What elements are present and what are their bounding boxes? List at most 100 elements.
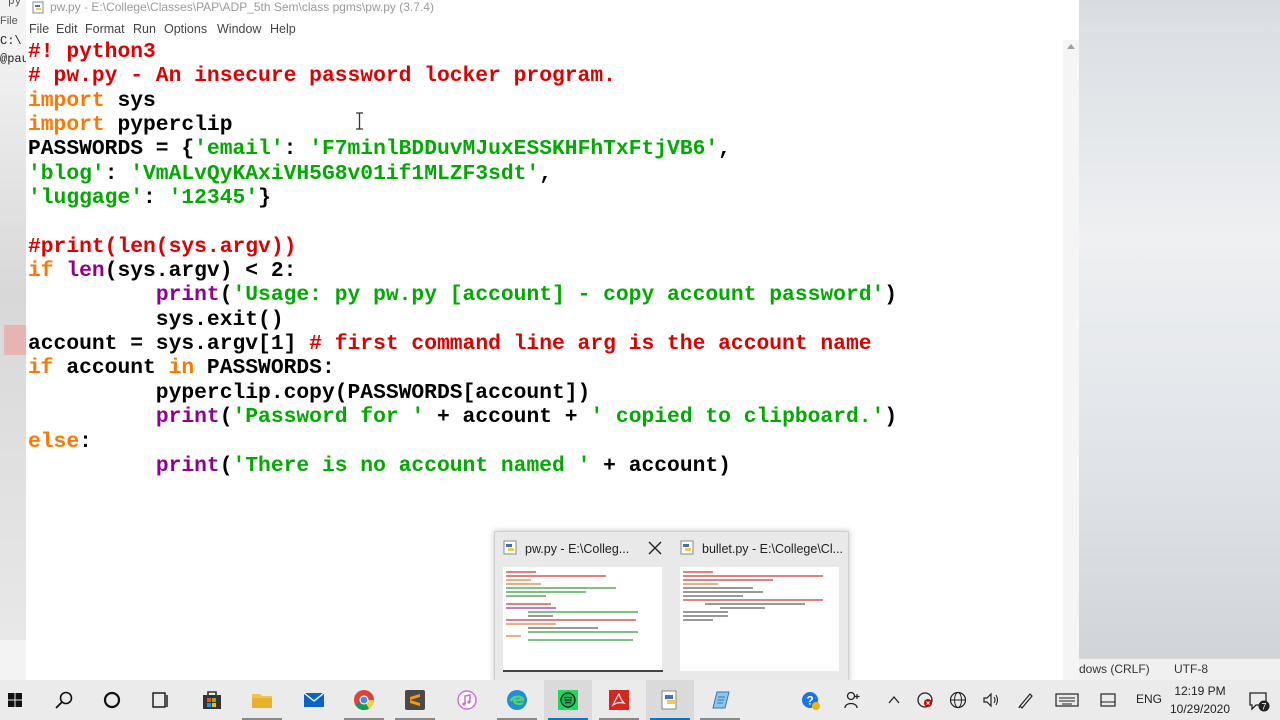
code-token: (sys.argv) < 2: <box>104 259 297 284</box>
clock-time: 12:19 PM <box>1174 684 1226 698</box>
menu-run[interactable]: Run <box>133 22 156 36</box>
spotify-button[interactable] <box>544 680 592 720</box>
acrobat-button[interactable] <box>595 680 643 720</box>
code-line[interactable]: print('There is no account named ' + acc… <box>28 454 897 478</box>
background-window-left: py File C:\ @pau <box>0 0 27 680</box>
vertical-scrollbar[interactable] <box>1063 40 1079 680</box>
code-token: ' copied to clipboard.' <box>590 405 885 430</box>
code-line[interactable]: import pyperclip <box>28 113 897 137</box>
language-indicator[interactable]: ENG <box>1136 692 1162 706</box>
network-icon[interactable] <box>915 690 935 710</box>
code-line[interactable] <box>28 210 897 234</box>
code-token: if <box>28 356 54 381</box>
scroll-up-icon[interactable] <box>1067 44 1075 49</box>
menu-options[interactable]: Options <box>164 22 207 36</box>
code-token: pyperclip.copy(PASSWORDS[account]) <box>28 380 591 405</box>
notification-count: 7 <box>1261 702 1266 712</box>
code-token: 'VmALvQyKAxiVH5G8v01if1MLZF3sdt' <box>130 161 540 186</box>
sublime-text-icon <box>405 690 425 710</box>
code-line[interactable]: 'luggage': '12345'} <box>28 186 897 210</box>
code-token: : <box>104 161 131 186</box>
edge-icon <box>507 690 527 710</box>
code-token: + account) <box>590 453 731 478</box>
notifications-icon[interactable]: 7 <box>1248 690 1270 712</box>
code-token: len <box>66 259 105 284</box>
chevron-up-icon[interactable] <box>886 692 902 708</box>
clock[interactable]: 12:19 PM 10/29/2020 <box>1168 682 1232 718</box>
code-token: 'There is no account named ' <box>232 453 591 478</box>
pen-icon[interactable] <box>1016 690 1036 710</box>
code-token: 'Usage: py pw.py [account] - copy accoun… <box>232 283 885 308</box>
code-token: pyperclip <box>104 113 233 138</box>
globe-icon[interactable] <box>948 690 968 710</box>
store-button[interactable] <box>188 680 236 720</box>
encoding-status: UTF-8 <box>1174 662 1208 676</box>
store-icon <box>203 691 221 709</box>
notepad-button[interactable] <box>696 680 744 720</box>
python-idle-button[interactable] <box>646 680 694 720</box>
mail-button[interactable] <box>290 680 338 720</box>
python-idle-icon <box>503 540 517 555</box>
people-icon[interactable] <box>843 690 863 710</box>
menu-window[interactable]: Window <box>217 22 261 36</box>
itunes-button[interactable] <box>443 680 491 720</box>
code-line[interactable]: print('Usage: py pw.py [account] - copy … <box>28 283 897 307</box>
close-icon[interactable] <box>647 540 663 556</box>
menu-format[interactable]: Format <box>85 22 125 36</box>
thumbnail-pw-py[interactable]: pw.py - E:\Colleg... <box>495 532 671 681</box>
help-icon[interactable]: ? <box>800 690 822 712</box>
cortana-button[interactable] <box>88 680 136 720</box>
mail-icon <box>303 692 325 707</box>
code-line[interactable]: print('Password for ' + account + ' copi… <box>28 405 897 429</box>
code-line[interactable]: import sys <box>28 89 897 113</box>
spotify-icon <box>558 690 578 710</box>
code-line[interactable]: 'blog': 'VmALvQyKAxiVH5G8v01if1MLZF3sdt'… <box>28 162 897 186</box>
code-line[interactable]: if len(sys.argv) < 2: <box>28 259 897 283</box>
status-bar: dows (CRLF) UTF-8 <box>1079 658 1280 681</box>
cortana-icon <box>103 691 121 709</box>
menu-file[interactable]: File <box>29 22 49 36</box>
code-token: print <box>155 405 220 430</box>
python-idle-icon <box>680 540 694 555</box>
acrobat-icon <box>609 690 629 710</box>
menu-edit[interactable]: Edit <box>56 22 78 36</box>
code-line[interactable]: pyperclip.copy(PASSWORDS[account]) <box>28 381 897 405</box>
code-token: 'blog' <box>28 161 105 186</box>
keyboard-icon[interactable] <box>1055 690 1079 710</box>
window-title: pw.py - E:\College\Classes\PAP\ADP_5th S… <box>50 0 434 14</box>
itunes-icon <box>457 690 477 710</box>
code-line[interactable]: else: <box>28 430 897 454</box>
code-token: # first command line arg is the account … <box>309 332 872 357</box>
chrome-button[interactable] <box>340 680 388 720</box>
line-ending-status: dows (CRLF) <box>1079 662 1150 676</box>
code-line[interactable]: # pw.py - An insecure password locker pr… <box>28 64 897 88</box>
code-token: 'luggage' <box>28 186 144 211</box>
code-line[interactable]: #! python3 <box>28 40 897 64</box>
code-line[interactable]: account = sys.argv[1] # first command li… <box>28 332 897 356</box>
search-button[interactable] <box>40 680 88 720</box>
thumbnail-bullet-py[interactable]: bullet.py - E:\College\Cl... <box>672 532 848 681</box>
volume-icon[interactable] <box>981 690 1001 710</box>
code-token: if <box>28 259 54 284</box>
code-text[interactable]: #! python3 # pw.py - An insecure password… <box>28 40 897 478</box>
task-view-button[interactable] <box>136 680 184 720</box>
action-center-device-icon[interactable] <box>1098 690 1118 710</box>
code-line[interactable]: if account in PASSWORDS: <box>28 356 897 380</box>
file-explorer-button[interactable] <box>238 680 286 720</box>
code-token: print <box>155 453 220 478</box>
task-view-icon <box>152 692 168 708</box>
title-bar[interactable]: pw.py - E:\College\Classes\PAP\ADP_5th S… <box>26 0 1079 16</box>
sublime-text-button[interactable] <box>391 680 439 720</box>
menu-help[interactable]: Help <box>270 22 296 36</box>
code-token: PASSWORDS = { <box>28 137 195 162</box>
start-button[interactable] <box>0 680 39 720</box>
background-window-right: dows (CRLF) UTF-8 <box>1079 0 1280 681</box>
code-token: ) <box>884 283 898 308</box>
code-token: # pw.py - An insecure password locker pr… <box>28 64 616 89</box>
code-line[interactable]: #print(len(sys.argv)) <box>28 235 897 259</box>
code-line[interactable]: PASSWORDS = {'email': 'F7minlBDDuvMJuxES… <box>28 137 897 161</box>
code-token: sys.exit() <box>28 307 284 332</box>
notepad-icon <box>712 691 730 709</box>
code-line[interactable]: sys.exit() <box>28 308 897 332</box>
edge-button[interactable] <box>493 680 541 720</box>
